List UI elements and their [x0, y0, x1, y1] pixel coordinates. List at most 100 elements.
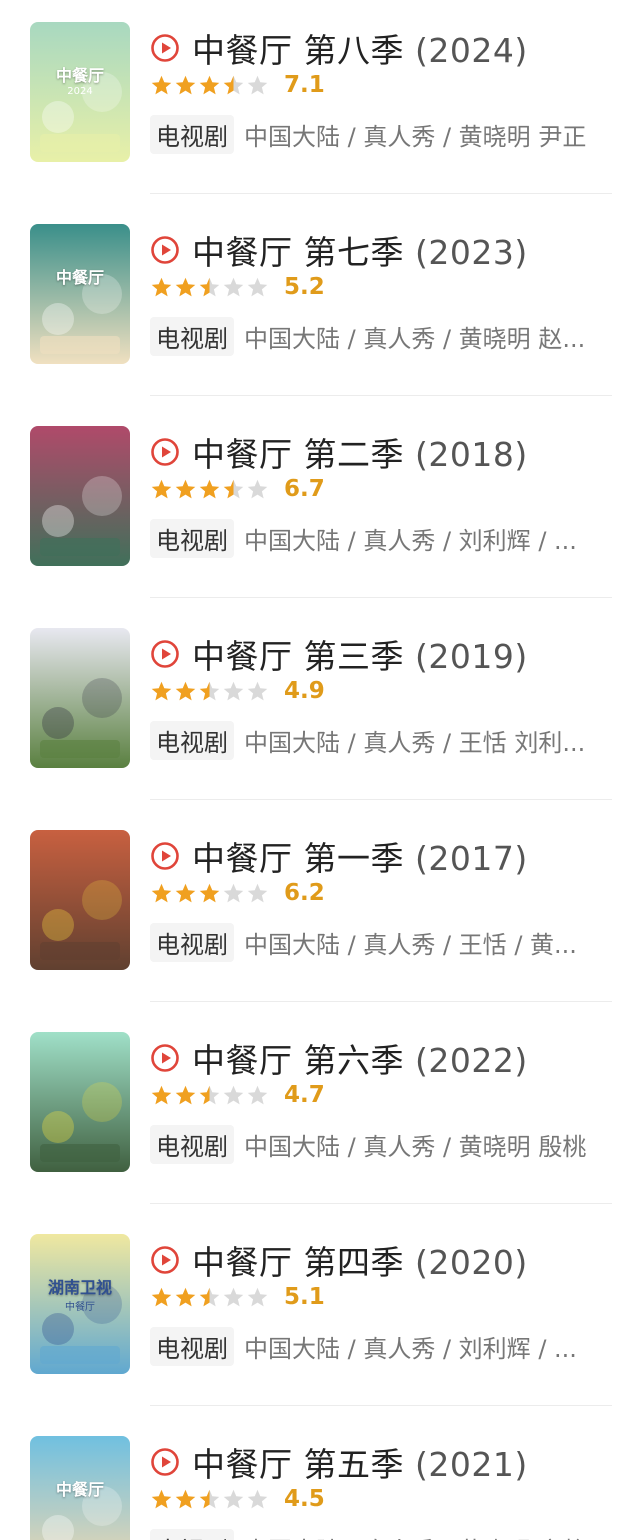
item-meta: 中国大陆 / 真人秀 / 黄晓明 宋静 — [244, 1531, 612, 1540]
poster-title: 中餐厅 — [55, 268, 104, 287]
item-info: 中餐厅 第二季 (2018) 6.7 电视剧 中国大陆 / 真人秀 / 刘利辉 … — [150, 428, 612, 558]
divider — [150, 799, 612, 800]
item-title: 中餐厅 第八季 (2024) — [192, 24, 528, 72]
list-item-3[interactable]: 中餐厅 第二季 (2018) 6.7 电视剧 中国大陆 / 真人秀 / 刘利辉 … — [0, 404, 640, 606]
list-item-1[interactable]: 中餐厅 2024 中餐厅 第八季 (2024) 7.1 电视剧 中国大陆 / 真人… — [0, 0, 640, 202]
title-row[interactable]: 中餐厅 第五季 (2021) — [150, 1438, 612, 1486]
item-meta: 中国大陆 / 真人秀 / 黄晓明 尹正 — [244, 122, 587, 151]
meta-row: 电视剧 中国大陆 / 真人秀 / 王恬 刘利... — [150, 720, 612, 760]
item-info: 中餐厅 第八季 (2024) 7.1 电视剧 中国大陆 / 真人秀 / 黄晓明 … — [150, 24, 612, 154]
poster-subtitle: 2024 — [67, 86, 93, 97]
rating-row: 4.9 — [150, 678, 612, 704]
star-icon — [247, 277, 268, 296]
title-row[interactable]: 中餐厅 第一季 (2017) — [150, 832, 612, 880]
star-rating — [150, 478, 270, 501]
rating-row: 5.1 — [150, 1284, 612, 1310]
item-title: 中餐厅 第六季 (2022) — [192, 1034, 528, 1082]
item-title: 中餐厅 第三季 (2019) — [192, 630, 528, 678]
list-item-7[interactable]: 湖南卫视 中餐厅 中餐厅 第四季 (2020) 5.1 电视剧 中国大陆 / 真人… — [0, 1212, 640, 1414]
item-info: 中餐厅 第五季 (2021) 4.5 电视剧 中国大陆 / 真人秀 / 黄晓明 … — [150, 1438, 612, 1540]
poster-image[interactable]: 中餐厅 — [30, 224, 130, 364]
rating-score: 5.1 — [284, 1284, 325, 1310]
rating-score: 4.7 — [284, 1082, 325, 1108]
item-title-text: 中餐厅 第六季 — [192, 1041, 404, 1080]
divider — [150, 395, 612, 396]
title-row[interactable]: 中餐厅 第七季 (2023) — [150, 226, 612, 274]
star-icon — [223, 681, 244, 700]
star-icon — [199, 479, 220, 498]
meta-row: 电视剧 中国大陆 / 真人秀 / 黄晓明 赵... — [150, 316, 612, 356]
title-row[interactable]: 中餐厅 第四季 (2020) — [150, 1236, 612, 1284]
poster-title: 湖南卫视 — [47, 1278, 112, 1297]
type-badge: 电视剧 — [150, 720, 234, 760]
star-icon — [247, 681, 268, 700]
star-icon — [175, 277, 196, 296]
star-icon — [223, 1085, 244, 1104]
star-icon — [247, 1287, 268, 1306]
item-year: (2021) — [415, 1445, 528, 1484]
item-meta: 中国大陆 / 真人秀 / 黄晓明 赵... — [244, 324, 586, 353]
star-icon — [247, 75, 268, 94]
star-icon — [151, 883, 172, 902]
star-icon — [199, 1085, 220, 1104]
poster-image[interactable] — [30, 426, 130, 566]
list-item-8[interactable]: 中餐厅 中餐厅 第五季 (2021) 4.5 电视剧 中国大陆 / 真人秀 / … — [0, 1414, 640, 1540]
rating-row: 5.2 — [150, 274, 612, 300]
item-meta: 中国大陆 / 真人秀 / 王恬 刘利... — [244, 728, 586, 757]
item-year: (2023) — [415, 233, 528, 272]
rating-row: 6.2 — [150, 880, 612, 906]
star-icon — [151, 479, 172, 498]
star-icon — [223, 277, 244, 296]
item-title: 中餐厅 第四季 (2020) — [192, 1236, 528, 1284]
type-badge: 电视剧 — [150, 1528, 234, 1540]
item-title-text: 中餐厅 第八季 — [192, 31, 404, 70]
list-item-5[interactable]: 中餐厅 第一季 (2017) 6.2 电视剧 中国大陆 / 真人秀 / 王恬 /… — [0, 808, 640, 1010]
meta-row: 电视剧 中国大陆 / 真人秀 / 刘利辉 / ... — [150, 1326, 612, 1366]
title-row[interactable]: 中餐厅 第六季 (2022) — [150, 1034, 612, 1082]
star-icon — [151, 1489, 172, 1508]
play-icon — [151, 640, 179, 668]
item-meta: 中国大陆 / 真人秀 / 黄晓明 殷桃 — [244, 1132, 587, 1161]
star-icon — [199, 75, 220, 94]
item-title: 中餐厅 第七季 (2023) — [192, 226, 528, 274]
star-rating — [150, 680, 270, 703]
star-icon — [151, 277, 172, 296]
divider — [150, 1203, 612, 1204]
star-icon — [175, 479, 196, 498]
item-title-text: 中餐厅 第二季 — [192, 435, 404, 474]
star-rating — [150, 276, 270, 299]
title-row[interactable]: 中餐厅 第二季 (2018) — [150, 428, 612, 476]
rating-score: 6.7 — [284, 476, 325, 502]
item-meta: 中国大陆 / 真人秀 / 刘利辉 / ... — [244, 526, 577, 555]
title-row[interactable]: 中餐厅 第八季 (2024) — [150, 24, 612, 72]
star-icon — [151, 75, 172, 94]
type-badge: 电视剧 — [150, 922, 234, 962]
star-icon — [199, 883, 220, 902]
poster-image[interactable] — [30, 628, 130, 768]
play-icon — [151, 236, 179, 264]
divider — [150, 193, 612, 194]
poster-image[interactable] — [30, 830, 130, 970]
item-title-text: 中餐厅 第一季 — [192, 839, 404, 878]
poster-image[interactable]: 中餐厅 2024 — [30, 22, 130, 162]
list-item-6[interactable]: 中餐厅 第六季 (2022) 4.7 电视剧 中国大陆 / 真人秀 / 黄晓明 … — [0, 1010, 640, 1212]
play-icon — [151, 438, 179, 466]
title-row[interactable]: 中餐厅 第三季 (2019) — [150, 630, 612, 678]
poster-image[interactable] — [30, 1032, 130, 1172]
divider — [150, 1405, 612, 1406]
list-item-4[interactable]: 中餐厅 第三季 (2019) 4.9 电视剧 中国大陆 / 真人秀 / 王恬 刘… — [0, 606, 640, 808]
star-icon — [199, 1489, 220, 1508]
rating-row: 6.7 — [150, 476, 612, 502]
star-icon — [199, 681, 220, 700]
star-icon — [223, 75, 244, 94]
item-year: (2018) — [415, 435, 528, 474]
star-icon — [151, 681, 172, 700]
item-title-text: 中餐厅 第四季 — [192, 1243, 404, 1282]
item-year: (2024) — [415, 31, 528, 70]
poster-image[interactable]: 湖南卫视 中餐厅 — [30, 1234, 130, 1374]
list-item-2[interactable]: 中餐厅 中餐厅 第七季 (2023) 5.2 电视剧 中国大陆 / 真人秀 / … — [0, 202, 640, 404]
star-icon — [151, 1287, 172, 1306]
star-rating — [150, 1286, 270, 1309]
poster-image[interactable]: 中餐厅 — [30, 1436, 130, 1540]
type-badge: 电视剧 — [150, 114, 234, 154]
